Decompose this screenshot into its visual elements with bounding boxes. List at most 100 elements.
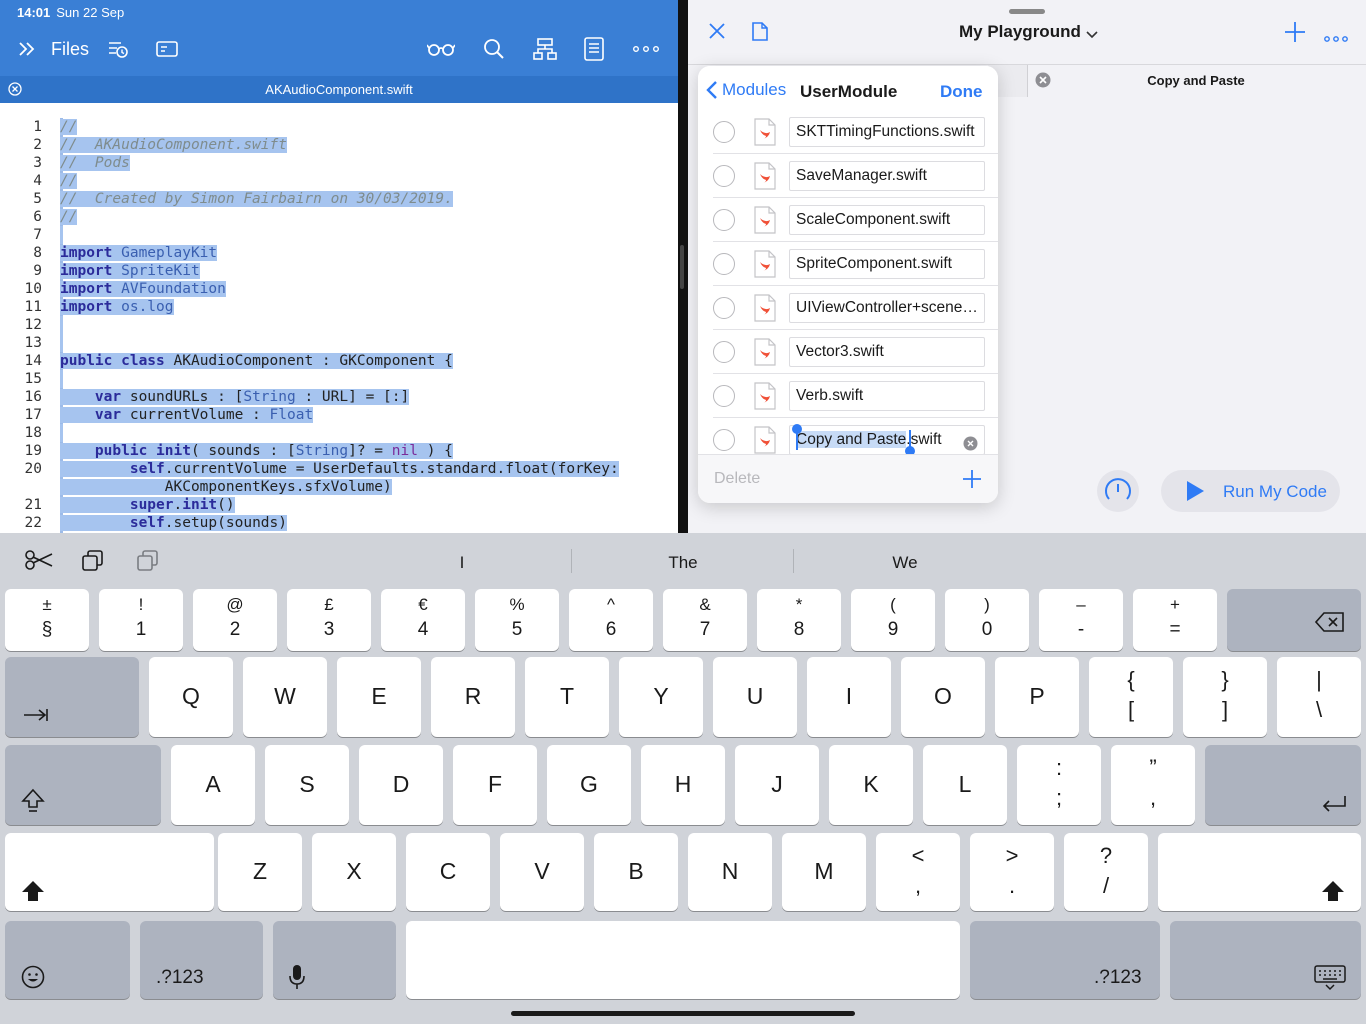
letter-key-g[interactable]: G xyxy=(547,745,631,825)
letter-key-b[interactable]: B xyxy=(594,833,678,911)
code-line[interactable]: 2 // AKAudioComponent.swift xyxy=(0,136,678,154)
select-radio[interactable] xyxy=(713,121,735,143)
close-icon[interactable] xyxy=(709,23,725,44)
code-line[interactable]: 13 xyxy=(0,334,678,352)
code-line[interactable]: 16 var soundURLs : [String : URL] = [:] xyxy=(0,388,678,406)
file-name-field[interactable]: UIViewController+scene.swift xyxy=(789,293,985,323)
run-my-code-button[interactable]: Run My Code xyxy=(1161,470,1340,512)
code-line[interactable]: 1 // xyxy=(0,118,678,136)
file-name-field[interactable]: Verb.swift xyxy=(789,381,985,411)
code-line[interactable]: 8 import GameplayKit xyxy=(0,244,678,262)
add-icon[interactable] xyxy=(1284,21,1306,48)
recent-files-icon[interactable] xyxy=(105,34,131,64)
terminal-icon[interactable] xyxy=(154,34,180,64)
cut-icon[interactable] xyxy=(24,550,54,575)
symbol-key[interactable]: >. xyxy=(970,833,1054,911)
letter-key-p[interactable]: P xyxy=(995,657,1079,737)
letter-key-u[interactable]: U xyxy=(713,657,797,737)
chevron-down-icon[interactable] xyxy=(1086,26,1098,44)
code-line[interactable]: 3 // Pods xyxy=(0,154,678,172)
code-line[interactable]: 14 public class AKAudioComponent : GKComp… xyxy=(0,352,678,370)
shift-right-key[interactable] xyxy=(1158,833,1361,911)
code-line[interactable]: 11 import os.log xyxy=(0,298,678,316)
code-line[interactable]: 21 super.init() xyxy=(0,496,678,514)
module-file-row[interactable]: Verb.swift xyxy=(713,374,998,418)
select-radio[interactable] xyxy=(713,253,735,275)
module-file-row[interactable]: ScaleComponent.swift xyxy=(713,198,998,242)
speed-gauge-button[interactable] xyxy=(1097,470,1139,512)
structure-icon[interactable] xyxy=(531,34,559,64)
delete-button[interactable]: Delete xyxy=(714,470,760,488)
select-radio[interactable] xyxy=(713,341,735,363)
numbers-key-right[interactable]: .?123 xyxy=(970,921,1160,999)
split-divider-handle[interactable] xyxy=(680,245,684,289)
dismiss-keyboard-key[interactable] xyxy=(1170,921,1361,999)
editor-tab[interactable]: AKAudioComponent.swift xyxy=(0,76,678,103)
add-file-icon[interactable] xyxy=(962,469,982,494)
number-key[interactable]: * 8 xyxy=(757,589,841,651)
module-file-row[interactable]: SpriteComponent.swift xyxy=(713,242,998,286)
letter-key-h[interactable]: H xyxy=(641,745,725,825)
playground-tab-title[interactable]: Copy and Paste xyxy=(1128,73,1264,88)
letter-key-v[interactable]: V xyxy=(500,833,584,911)
number-key[interactable]: ) 0 xyxy=(945,589,1029,651)
file-name-field[interactable]: Vector3.swift xyxy=(789,337,985,367)
select-radio[interactable] xyxy=(713,209,735,231)
code-line[interactable]: 10 import AVFoundation xyxy=(0,280,678,298)
letter-key-l[interactable]: L xyxy=(923,745,1007,825)
symbol-key[interactable]: <, xyxy=(876,833,960,911)
file-name-field[interactable]: ScaleComponent.swift xyxy=(789,205,985,235)
letter-key-z[interactable]: Z xyxy=(218,833,302,911)
module-file-row[interactable]: Vector3.swift xyxy=(713,330,998,374)
done-button[interactable]: Done xyxy=(940,82,983,102)
code-line[interactable]: 7 xyxy=(0,226,678,244)
file-name-input[interactable]: Copy and Paste.swift xyxy=(789,424,985,454)
letter-key-i[interactable]: I xyxy=(807,657,891,737)
code-line[interactable]: 6 // xyxy=(0,208,678,226)
modules-back-button[interactable]: Modules xyxy=(706,80,786,100)
code-line[interactable]: 9 import SpriteKit xyxy=(0,262,678,280)
copy-icon[interactable] xyxy=(82,550,104,577)
home-indicator[interactable] xyxy=(511,1011,855,1016)
letter-key-t[interactable]: T xyxy=(525,657,609,737)
space-key[interactable] xyxy=(406,921,960,999)
tab-key[interactable] xyxy=(5,657,139,737)
code-line[interactable]: 22 self.setup(sounds) xyxy=(0,514,678,532)
module-file-row[interactable]: SKTTimingFunctions.swift xyxy=(713,116,998,154)
letter-key-w[interactable]: W xyxy=(243,657,327,737)
file-name-field[interactable]: SpriteComponent.swift xyxy=(789,249,985,279)
document-icon[interactable] xyxy=(581,34,607,64)
symbol-key[interactable]: {[ xyxy=(1089,657,1173,737)
letter-key-j[interactable]: J xyxy=(735,745,819,825)
select-radio[interactable] xyxy=(713,385,735,407)
select-radio[interactable] xyxy=(713,165,735,187)
code-line[interactable]: 17 var currentVolume : Float xyxy=(0,406,678,424)
code-line[interactable]: 19 public init( sounds : [String]? = nil… xyxy=(0,442,678,460)
file-name-field[interactable]: SKTTimingFunctions.swift xyxy=(789,117,985,147)
search-icon[interactable] xyxy=(481,34,507,64)
symbol-key[interactable]: }] xyxy=(1183,657,1267,737)
more-options-icon[interactable] xyxy=(1324,29,1348,47)
suggestion-3[interactable]: We xyxy=(805,553,1005,573)
code-line[interactable]: 18 xyxy=(0,424,678,442)
letter-key-x[interactable]: X xyxy=(312,833,396,911)
delete-key[interactable] xyxy=(1227,589,1361,651)
playground-title[interactable]: My Playground xyxy=(959,22,1081,42)
letter-key-c[interactable]: C xyxy=(406,833,490,911)
module-file-row-editing[interactable]: Copy and Paste.swift xyxy=(713,418,998,454)
emoji-key[interactable] xyxy=(5,921,130,999)
files-button[interactable]: Files xyxy=(51,39,89,60)
file-name-field[interactable]: SaveManager.swift xyxy=(789,161,985,191)
module-file-row[interactable]: UIViewController+scene.swift xyxy=(713,286,998,330)
symbol-key[interactable]: ? / xyxy=(1064,833,1148,911)
symbol-key[interactable]: | \ xyxy=(1277,657,1361,737)
number-key[interactable]: €4 xyxy=(381,589,465,651)
code-area[interactable]: 1 // 2 // AKAudioComponent.swift 3 // Pods 4 //… xyxy=(0,118,678,532)
shift-left-key[interactable] xyxy=(5,833,214,911)
symbol-key[interactable]: :; xyxy=(1017,745,1101,825)
letter-key-n[interactable]: N xyxy=(688,833,772,911)
caps-lock-key[interactable] xyxy=(5,745,161,825)
code-line[interactable]: 4 // xyxy=(0,172,678,190)
letter-key-o[interactable]: O xyxy=(901,657,985,737)
letter-key-k[interactable]: K xyxy=(829,745,913,825)
